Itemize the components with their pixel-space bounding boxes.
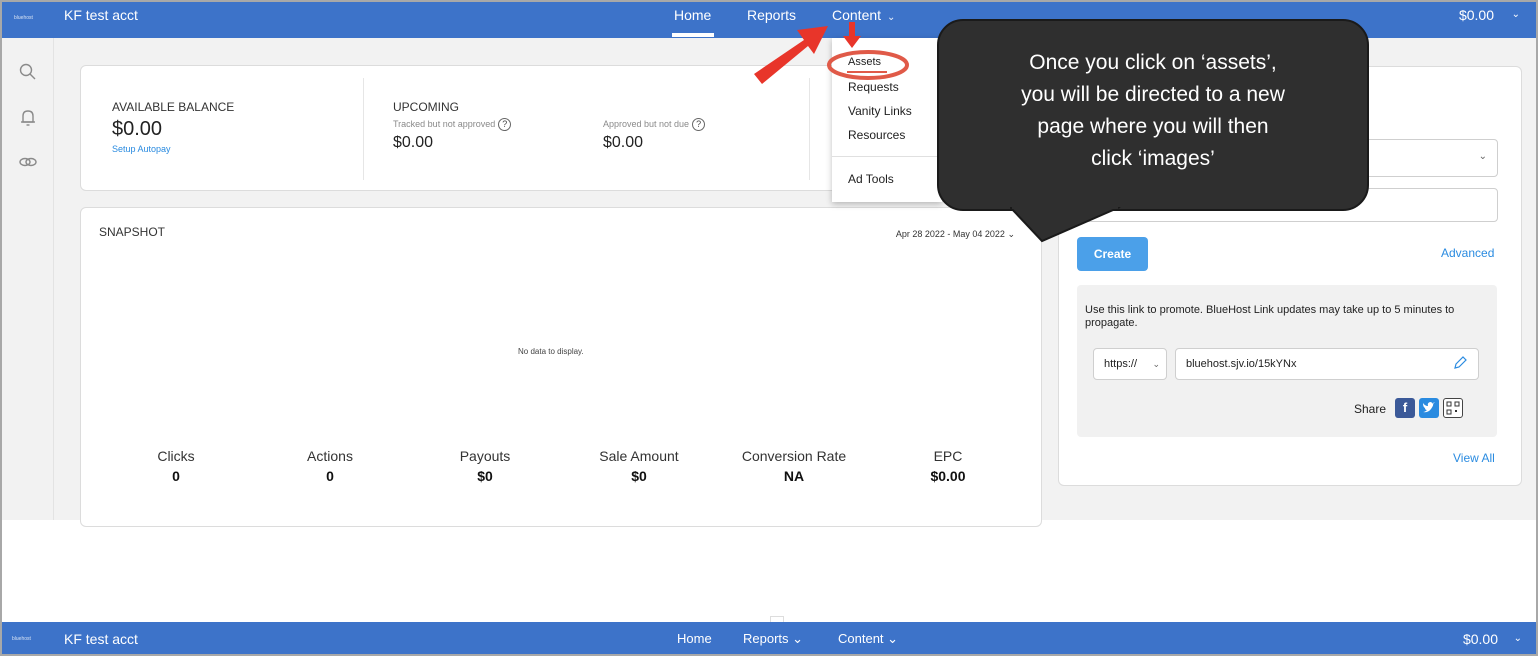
account-name[interactable]: KF test acct (64, 7, 138, 23)
brand-logo[interactable]: bluehost (14, 15, 33, 21)
twitter-icon[interactable] (1419, 398, 1439, 418)
available-balance-label: AVAILABLE BALANCE (112, 100, 235, 114)
tracked-label-row: Tracked but not approved? (393, 118, 512, 131)
screenshot-frame: bluehost KF test acct Home Reports Conte… (0, 0, 1538, 656)
approved-label-row: Approved but not due? (603, 118, 706, 131)
metric-value: 0 (172, 468, 180, 484)
search-icon[interactable] (18, 62, 38, 82)
arrow-annotation (754, 22, 861, 84)
nav-reports[interactable]: Reports ⌄ (743, 631, 803, 647)
left-sidebar (2, 38, 54, 520)
help-icon[interactable]: ? (692, 118, 706, 131)
protocol-value: https:// (1104, 358, 1138, 370)
snapshot-card: SNAPSHOT Apr 28 2022 - May 04 2022 ⌄ No … (80, 207, 1042, 527)
nav-balance[interactable]: $0.00 (1459, 7, 1494, 23)
menu-item-vanity-links[interactable]: Vanity Links (848, 104, 912, 118)
empty-state-text: No data to display. (518, 347, 584, 356)
metric-sale-amount: Sale Amount $0 (569, 448, 709, 484)
metric-value: $0.00 (930, 468, 966, 484)
metric-label: Sale Amount (599, 448, 679, 464)
nav-balance[interactable]: $0.00 (1463, 631, 1498, 647)
chevron-down-icon: ⌄ (887, 12, 896, 23)
brand-logo[interactable]: bluehost (12, 636, 31, 642)
metric-value: $0 (631, 468, 647, 484)
link-icon[interactable] (18, 152, 38, 172)
help-icon[interactable]: ? (498, 118, 512, 131)
account-name[interactable]: KF test acct (64, 631, 138, 647)
tracking-link-value: bluehost.sjv.io/15kYNx (1186, 358, 1297, 370)
callout-pointer (1010, 207, 1121, 243)
instruction-callout: Once you click on ‘assets’, you will be … (937, 19, 1369, 211)
date-range-label: Apr 28 2022 - May 04 2022 (895, 229, 1005, 239)
setup-autopay-link[interactable]: Setup Autopay (112, 144, 171, 154)
metric-conversion-rate: Conversion Rate NA (724, 448, 864, 484)
chevron-down-icon: ⌄ (1478, 151, 1487, 162)
bell-icon[interactable] (18, 108, 38, 128)
metric-value: 0 (326, 468, 334, 484)
approved-label: Approved but not due (603, 119, 690, 129)
menu-item-resources[interactable]: Resources (848, 128, 905, 142)
nav-content-label: Content (838, 631, 884, 646)
metric-label: Clicks (157, 448, 195, 464)
chevron-down-icon: ⌄ (792, 631, 804, 646)
advanced-link[interactable]: Advanced (1441, 246, 1494, 260)
share-label: Share (1354, 402, 1387, 416)
chevron-down-icon[interactable]: ⌄ (1514, 633, 1522, 644)
nav-home[interactable]: Home (674, 7, 711, 23)
menu-item-ad-tools[interactable]: Ad Tools (848, 172, 894, 186)
tracking-link-field[interactable]: bluehost.sjv.io/15kYNx (1175, 348, 1479, 380)
tracked-label: Tracked but not approved (393, 119, 496, 129)
callout-line: you will be directed to a new (1021, 83, 1285, 106)
chevron-down-icon: ⌄ (1152, 359, 1160, 369)
chevron-down-icon: ⌄ (887, 631, 899, 646)
callout-line: page where you will then (1037, 115, 1269, 138)
qr-code-icon[interactable] (1443, 398, 1463, 418)
metric-clicks: Clicks 0 (106, 448, 246, 484)
callout-line: click ‘images’ (1091, 147, 1215, 170)
protocol-select[interactable]: https:// ⌄ (1093, 348, 1167, 380)
metric-epc: EPC $0.00 (878, 448, 1018, 484)
facebook-icon[interactable]: f (1395, 398, 1415, 418)
chevron-down-icon[interactable]: ⌄ (1512, 9, 1520, 20)
snapshot-title: SNAPSHOT (99, 225, 166, 239)
available-balance-value: $0.00 (112, 118, 163, 140)
pencil-icon[interactable] (1452, 355, 1468, 376)
bottom-nav-bar: bluehost KF test acct Home Reports ⌄ Con… (2, 622, 1536, 654)
nav-reports-label: Reports (743, 631, 789, 646)
menu-divider (832, 156, 942, 157)
metric-label: Actions (307, 448, 353, 464)
tracked-value: $0.00 (393, 134, 434, 151)
approved-value: $0.00 (603, 134, 644, 151)
date-range-picker[interactable]: Apr 28 2022 - May 04 2022 ⌄ (896, 229, 1015, 240)
metric-label: Conversion Rate (741, 448, 847, 464)
upcoming-label: UPCOMING (393, 100, 459, 114)
metric-value: $0 (477, 468, 493, 484)
metric-actions: Actions 0 (260, 448, 400, 484)
divider (809, 78, 810, 180)
metric-label: EPC (933, 448, 963, 464)
nav-content[interactable]: Content ⌄ (838, 631, 898, 647)
promo-text: Use this link to promote. BlueHost Link … (1085, 304, 1455, 329)
metric-label: Payouts (459, 448, 511, 464)
metric-value: NA (783, 468, 805, 484)
nav-home-active-indicator (672, 33, 714, 37)
view-all-link[interactable]: View All (1453, 451, 1495, 465)
promo-link-box: Use this link to promote. BlueHost Link … (1077, 285, 1497, 437)
divider (363, 78, 364, 180)
nav-home[interactable]: Home (677, 631, 712, 646)
callout-line: Once you click on ‘assets’, (1029, 51, 1277, 74)
metric-payouts: Payouts $0 (415, 448, 555, 484)
